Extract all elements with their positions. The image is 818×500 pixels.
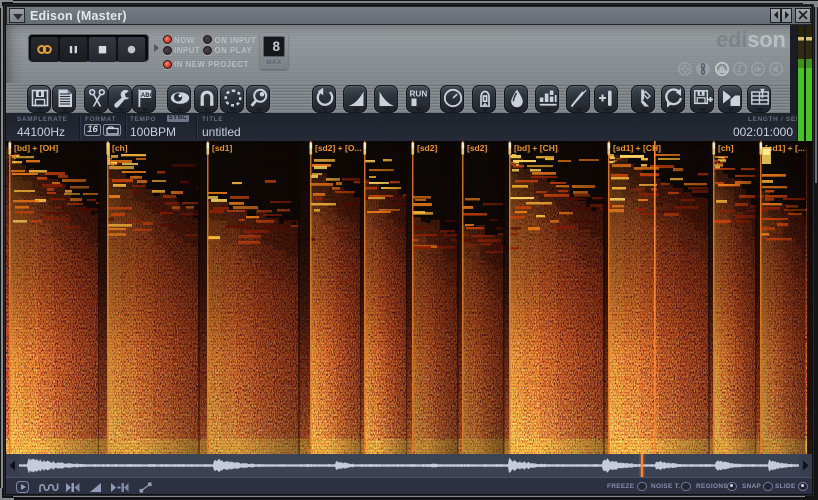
svg-text:[sd1] + [CH]: [sd1] + [CH] [613, 143, 661, 153]
svg-text:[bd] + [CH]: [bd] + [CH] [514, 143, 558, 153]
svg-text:[ch]: [ch] [112, 143, 128, 153]
svg-text:[sd2]: [sd2] [417, 143, 437, 153]
svg-text:[sd2] + [O...: [sd2] + [O... [315, 143, 362, 153]
svg-text:[bd] + [OH]: [bd] + [OH] [14, 143, 58, 153]
svg-text:RUN: RUN [410, 90, 428, 99]
svg-text:[sd2]: [sd2] [467, 143, 487, 153]
svg-text:[ch]: [ch] [718, 143, 734, 153]
svg-text:[sd1]: [sd1] [212, 143, 232, 153]
svg-text:ABC: ABC [141, 92, 155, 99]
